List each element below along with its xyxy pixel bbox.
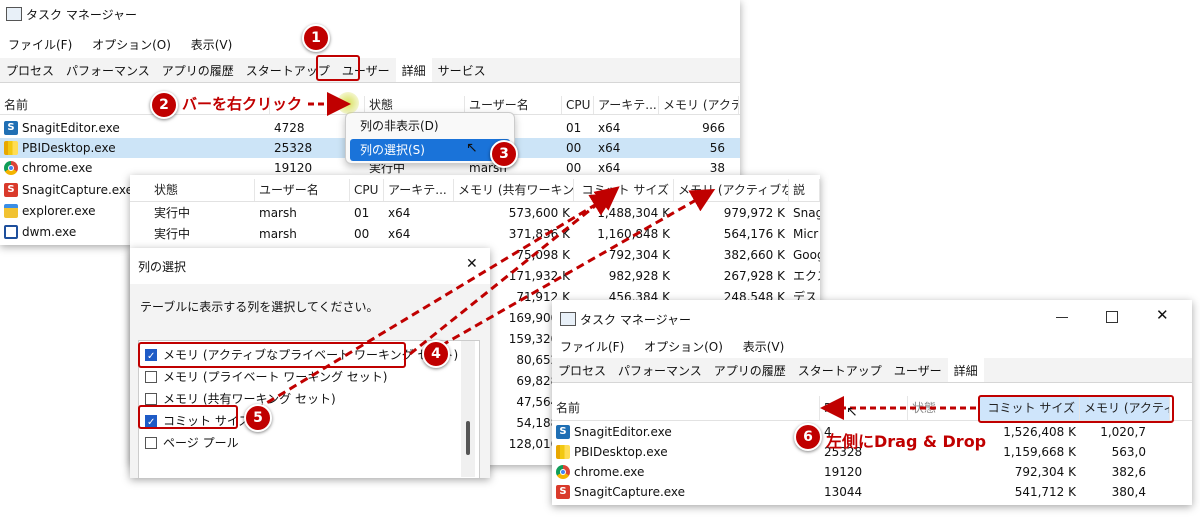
arrow-to-active-memory-header — [429, 189, 716, 354]
step-4-badge: 4 — [422, 340, 450, 368]
mouse-cursor-icon: ↖ — [846, 404, 858, 420]
right-click-label: バーを右クリック — [182, 95, 303, 113]
step-3-badge: 3 — [490, 140, 518, 168]
drag-drop-label: 左側にDrag & Drop — [826, 432, 987, 451]
arrow-to-commit-header — [409, 186, 620, 356]
step-1-badge: 1 — [302, 24, 330, 52]
arrow-layer — [244, 92, 976, 420]
step-6-badge: 6 — [794, 423, 822, 451]
arrow-commit-to-header — [244, 192, 616, 418]
step-5-badge: 5 — [244, 404, 272, 432]
step-2-badge: 2 — [150, 91, 178, 119]
mouse-cursor-icon: ↖ — [466, 140, 478, 156]
